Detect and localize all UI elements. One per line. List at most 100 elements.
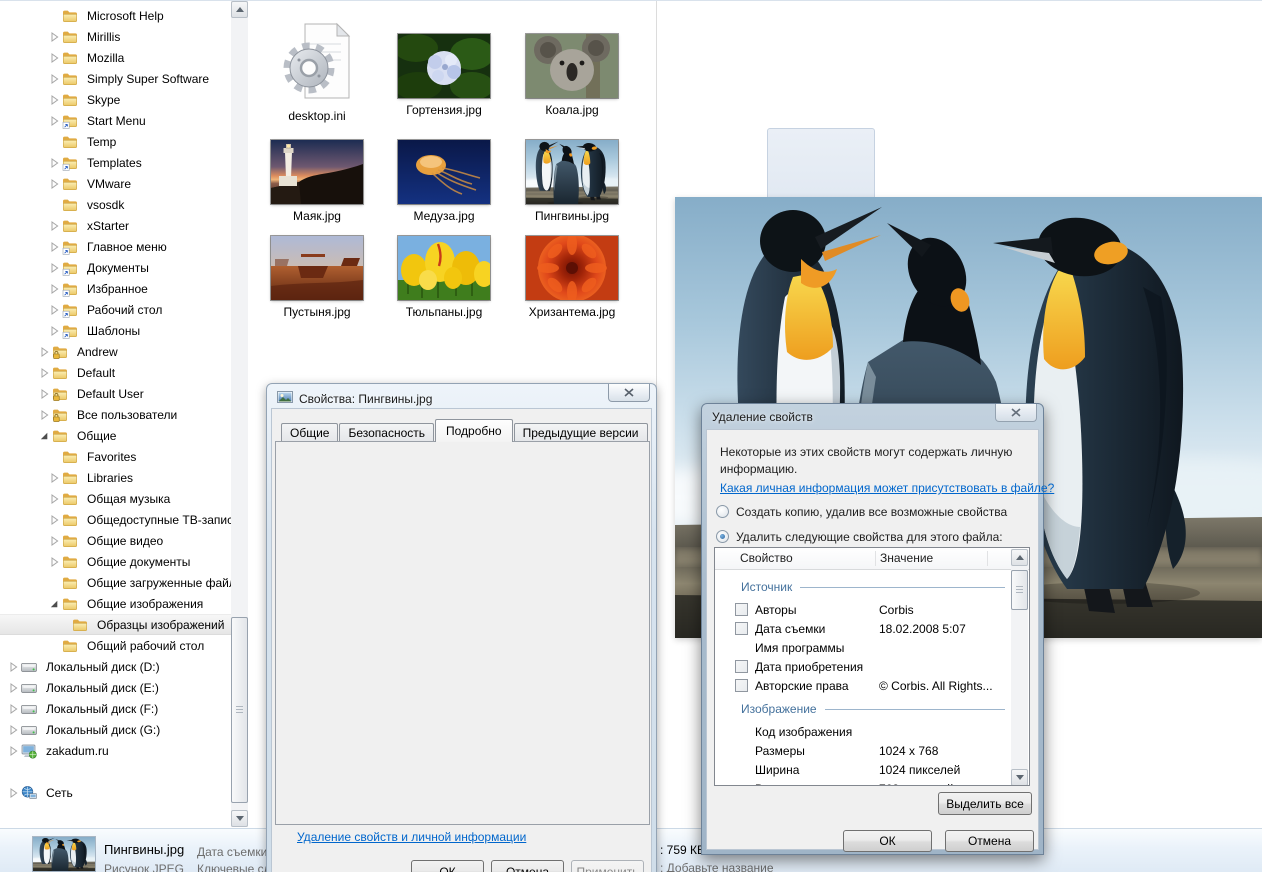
tree-item[interactable]: Главное меню	[0, 236, 231, 257]
file-tile[interactable]: Тюльпаны.jpg	[392, 236, 496, 319]
checkbox[interactable]	[735, 660, 748, 673]
column-divider[interactable]	[987, 551, 988, 566]
removable-property-row[interactable]: Размеры 1024 x 768	[715, 742, 1011, 760]
removable-property-row[interactable]: Ширина 1024 пикселей	[715, 761, 1011, 779]
removable-property-row[interactable]: Дата приобретения	[715, 658, 1011, 676]
cancel-button[interactable]: Отмена	[491, 860, 564, 872]
properties-dialog-titlebar[interactable]: Свойства: Пингвины.jpg	[277, 389, 432, 408]
tree-item[interactable]: Temp	[0, 131, 231, 152]
radio-remove-selected-label[interactable]: Удалить следующие свойства для этого фай…	[736, 529, 1003, 546]
tree-item[interactable]: Шаблоны	[0, 320, 231, 341]
tree-item[interactable]: Favorites	[0, 446, 231, 467]
removable-property-row[interactable]: Имя программы	[715, 639, 1011, 657]
tree-item[interactable]: Общие документы	[0, 551, 231, 572]
tree-item[interactable]: Default	[0, 362, 231, 383]
tree-item[interactable]: Templates	[0, 152, 231, 173]
removable-property-row[interactable]: Авторы Corbis	[715, 601, 1011, 619]
expand-collapsed-icon[interactable]	[47, 72, 60, 85]
expand-collapsed-icon[interactable]	[6, 744, 19, 757]
expand-collapsed-icon[interactable]	[6, 660, 19, 673]
expand-collapsed-icon[interactable]	[47, 534, 60, 547]
tree-item[interactable]: Skype	[0, 89, 231, 110]
expand-collapsed-icon[interactable]	[37, 387, 50, 400]
expand-collapsed-icon[interactable]	[47, 261, 60, 274]
tree-item[interactable]: Локальный диск (F:)	[0, 698, 231, 719]
radio-remove-selected[interactable]	[716, 530, 729, 543]
tree-item[interactable]: Сеть	[0, 782, 231, 803]
checkbox[interactable]	[735, 679, 748, 692]
tree-item[interactable]: Общие загруженные файлы	[0, 572, 231, 593]
tab-Безопасность[interactable]: Безопасность	[339, 423, 435, 442]
expand-collapsed-icon[interactable]	[6, 723, 19, 736]
removable-property-row[interactable]: Дата съемки 18.02.2008 5:07	[715, 620, 1011, 638]
tree-item[interactable]: Microsoft Help	[0, 5, 231, 26]
file-tile[interactable]: Хризантема.jpg	[520, 236, 624, 319]
expand-expanded-icon[interactable]	[47, 597, 60, 610]
expand-collapsed-icon[interactable]	[47, 114, 60, 127]
column-divider[interactable]	[875, 551, 876, 566]
column-header-property[interactable]: Свойство	[740, 551, 793, 565]
expand-collapsed-icon[interactable]	[47, 177, 60, 190]
expand-collapsed-icon[interactable]	[47, 156, 60, 169]
expand-collapsed-icon[interactable]	[47, 492, 60, 505]
tab-Предыдущие версии[interactable]: Предыдущие версии	[513, 423, 648, 442]
close-button[interactable]	[995, 404, 1037, 422]
checkbox[interactable]	[735, 603, 748, 616]
removable-property-row[interactable]: Код изображения	[715, 723, 1011, 741]
file-tile[interactable]: Пустыня.jpg	[265, 236, 369, 319]
tree-item[interactable]: Документы	[0, 257, 231, 278]
expand-collapsed-icon[interactable]	[6, 681, 19, 694]
tree-item[interactable]: Избранное	[0, 278, 231, 299]
ok-button[interactable]: ОК	[843, 830, 932, 852]
tree-item[interactable]: Andrew	[0, 341, 231, 362]
remove-dialog-titlebar[interactable]: Удаление свойств	[712, 410, 813, 424]
scroll-down-button[interactable]	[231, 810, 248, 827]
tree-item[interactable]: zakadum.ru	[0, 740, 231, 761]
expand-collapsed-icon[interactable]	[47, 324, 60, 337]
column-header-value[interactable]: Значение	[880, 551, 933, 565]
privacy-info-link[interactable]: Какая личная информация может присутство…	[720, 481, 1054, 495]
expand-collapsed-icon[interactable]	[47, 513, 60, 526]
expand-collapsed-icon[interactable]	[47, 93, 60, 106]
radio-create-copy[interactable]	[716, 505, 729, 518]
expand-collapsed-icon[interactable]	[6, 702, 19, 715]
scrollbar-thumb[interactable]	[1011, 570, 1028, 610]
scroll-up-button[interactable]	[231, 1, 248, 18]
removable-property-row[interactable]: Авторские права © Corbis. All Rights...	[715, 677, 1011, 695]
tree-item[interactable]: Общий рабочий стол	[0, 635, 231, 656]
expand-collapsed-icon[interactable]	[47, 219, 60, 232]
file-tile[interactable]: Маяк.jpg	[265, 140, 369, 223]
tree-item[interactable]: VMware	[0, 173, 231, 194]
expand-collapsed-icon[interactable]	[47, 282, 60, 295]
tree-item[interactable]: Общие видео	[0, 530, 231, 551]
tab-Общие[interactable]: Общие	[281, 423, 339, 442]
expand-collapsed-icon[interactable]	[6, 786, 19, 799]
scroll-down-button[interactable]	[1011, 769, 1028, 785]
expand-collapsed-icon[interactable]	[47, 555, 60, 568]
file-tile[interactable]: Коала.jpg	[520, 34, 624, 117]
tree-item[interactable]: xStarter	[0, 215, 231, 236]
tree-item[interactable]: Start Menu	[0, 110, 231, 131]
expand-collapsed-icon[interactable]	[37, 345, 50, 358]
tree-item[interactable]: Все пользователи	[0, 404, 231, 425]
remove-properties-link[interactable]: Удаление свойств и личной информации	[297, 830, 526, 844]
expand-collapsed-icon[interactable]	[47, 303, 60, 316]
file-tile[interactable]: desktop.ini	[265, 20, 369, 123]
expand-collapsed-icon[interactable]	[47, 471, 60, 484]
scrollbar-thumb[interactable]	[231, 617, 248, 803]
tree-item[interactable]: Общая музыка	[0, 488, 231, 509]
removable-property-row[interactable]: Высота 768 пикселей	[715, 780, 1011, 785]
checkbox[interactable]	[735, 622, 748, 635]
expand-collapsed-icon[interactable]	[37, 408, 50, 421]
expand-collapsed-icon[interactable]	[47, 51, 60, 64]
file-tile[interactable]: Медуза.jpg	[392, 140, 496, 223]
tree-item[interactable]: Общие	[0, 425, 231, 446]
scroll-up-button[interactable]	[1011, 549, 1028, 566]
tree-item[interactable]: Общие изображения	[0, 593, 231, 614]
file-selected-tile[interactable]: Пингвины.jpg	[520, 140, 624, 223]
expand-expanded-icon[interactable]	[37, 429, 50, 442]
expand-collapsed-icon[interactable]	[47, 30, 60, 43]
tree-item[interactable]: vsosdk	[0, 194, 231, 215]
select-all-button[interactable]: Выделить все	[938, 792, 1032, 815]
expand-collapsed-icon[interactable]	[37, 366, 50, 379]
